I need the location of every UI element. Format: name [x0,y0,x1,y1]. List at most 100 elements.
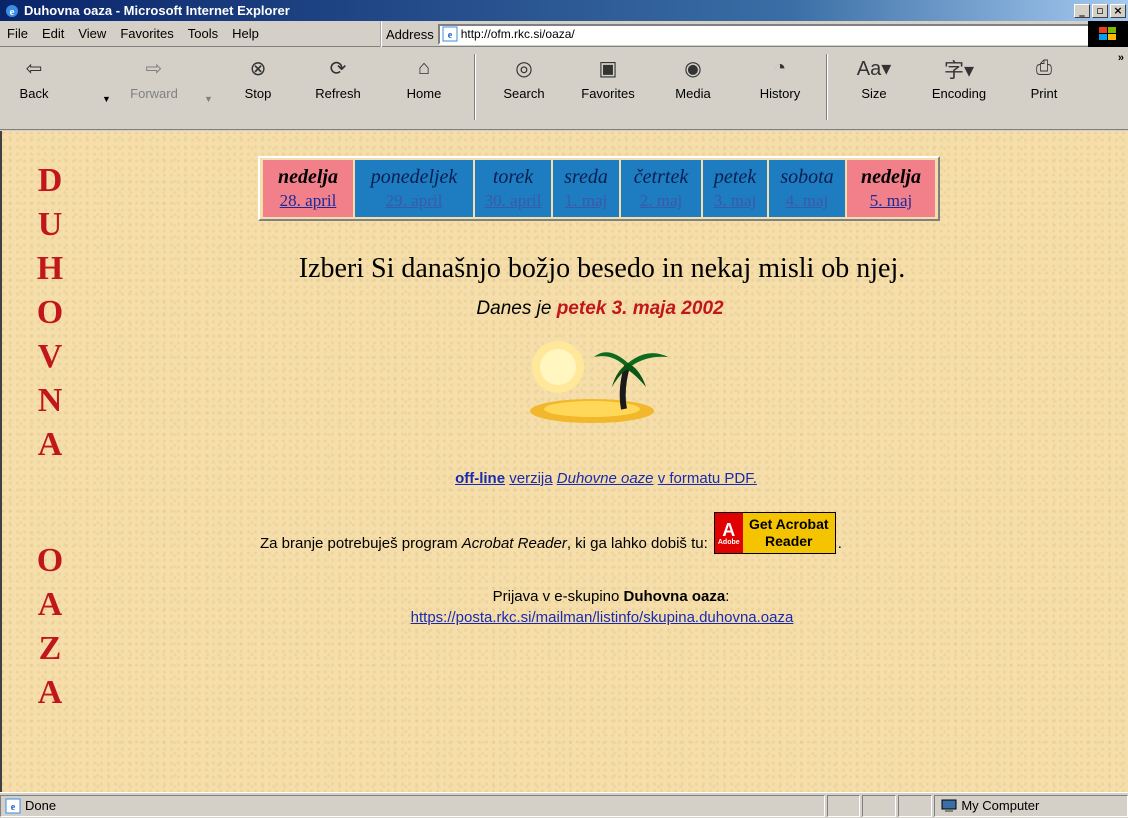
pdf-link-text2[interactable]: v formatu PDF. [658,470,757,487]
days-table: nedelja 28. april ponedeljek 29. april t… [258,156,940,221]
acrobat-line: Za branje potrebuješ program Acrobat Rea… [260,512,842,554]
page-icon: e [442,26,458,42]
day-link[interactable]: 28. april [280,191,337,211]
day-cell-sunday[interactable]: nedelja 28. april [263,160,353,217]
page-content: D U H O V N A O A Z A nedelja 28. april … [0,131,1128,792]
menu-bar: File Edit View Favorites Tools Help Addr… [0,21,1128,47]
toolbar-overflow-icon[interactable]: » [1118,52,1124,64]
title-letter: Z [38,630,62,667]
back-arrow-icon: ⇦ [25,57,43,80]
day-cell-tuesday[interactable]: torek 30. april [475,160,551,217]
title-letter: V [37,338,63,375]
day-link[interactable]: 2. maj [640,191,683,211]
computer-icon [941,799,957,812]
forward-arrow-icon: ⇨ [145,57,163,80]
day-name: ponedeljek [370,166,458,188]
restore-button[interactable]: ▫ [1092,3,1108,18]
adobe-logo-icon: A Adobe [714,513,743,553]
menu-file[interactable]: File [0,26,35,41]
menu-view[interactable]: View [71,26,113,41]
day-link[interactable]: 30. april [485,191,542,211]
day-link[interactable]: 4. maj [786,191,829,211]
vertical-title: D U H O V N A O A Z A [30,159,70,715]
day-link[interactable]: 5. maj [870,191,913,211]
address-url[interactable]: http://ofm.rkc.si/oaza/ [461,27,1113,41]
status-cell [898,794,933,817]
day-cell-friday[interactable]: petek 3. maj [703,160,767,217]
day-cell-next-sunday[interactable]: nedelja 5. maj [847,160,935,217]
mailing-list-link[interactable]: https://posta.rkc.si/mailman/listinfo/sk… [2,609,1128,626]
acrobat-prefix: Za branje potrebuješ program [260,535,458,552]
title-letter: O [36,542,64,579]
encoding-label: Encoding [931,86,987,101]
pdf-link-bold[interactable]: off-line [455,470,505,487]
forward-dropdown-icon[interactable]: ▼ [204,94,213,104]
day-name: nedelja [278,166,338,188]
title-letter: D [37,162,63,199]
history-button[interactable]: ◔ History [752,52,808,124]
forward-button[interactable]: ⇨ Forward [128,52,180,124]
encoding-button[interactable]: 字▾ Encoding [926,52,992,124]
ie-logo-icon: e [6,4,18,18]
join-line: Prijava v e-skupino Duhovna oaza: [2,588,1128,605]
day-link[interactable]: 29. april [386,191,443,211]
status-zone-text: My Computer [961,798,1040,813]
svg-text:e: e [447,30,452,41]
media-icon: ◉ [684,57,702,80]
day-name: sreda [564,166,608,188]
day-link[interactable]: 1. maj [565,191,608,211]
home-label: Home [406,86,442,101]
size-label: Size [861,86,887,101]
day-name: četrtek [633,166,689,188]
title-bar: e Duhovna oaza - Microsoft Internet Expl… [0,0,1128,21]
favorites-label: Favorites [581,86,635,101]
close-button[interactable]: × [1110,3,1126,18]
day-link[interactable]: 3. maj [714,191,757,211]
refresh-button[interactable]: ⟳ Refresh [308,52,368,124]
join-name: Duhovna oaza [623,588,726,605]
day-cell-thursday[interactable]: četrtek 2. maj [621,160,701,217]
day-cell-wednesday[interactable]: sreda 1. maj [553,160,619,217]
menu-favorites[interactable]: Favorites [113,26,180,41]
day-cell-saturday[interactable]: sobota 4. maj [769,160,845,217]
menu-help[interactable]: Help [225,26,266,41]
day-name: torek [492,166,534,188]
minimize-button[interactable]: _ [1074,3,1090,18]
stop-label: Stop [244,86,272,101]
title-letter: U [37,206,63,243]
pdf-link-italic[interactable]: Duhovne oaze [557,470,654,487]
search-button[interactable]: ◎ Search [496,52,552,124]
history-icon: ◔ [773,56,787,79]
favorites-button[interactable]: ▣ Favorites [574,52,642,124]
home-button[interactable]: ⌂ Home [404,52,444,124]
back-label: Back [19,86,49,101]
address-input[interactable]: e http://ofm.rkc.si/oaza/ ▼ [437,23,1128,45]
print-button[interactable]: ⎙ Print [1024,52,1064,124]
address-bar: Address e http://ofm.rkc.si/oaza/ ▼ [380,21,1128,47]
status-main: e Done [0,794,825,817]
pdf-link[interactable]: off-line verzija Duhovne oaze v formatu … [2,470,1128,487]
back-button[interactable]: ⇦ Back [14,52,54,124]
stop-icon: ⊗ [249,57,267,80]
forward-label: Forward [130,86,178,101]
title-letter: N [37,382,63,419]
back-dropdown-icon[interactable]: ▼ [102,94,111,104]
title-letter: A [37,426,63,463]
day-name: nedelja [861,166,921,188]
join-suffix: : [725,588,730,605]
media-button[interactable]: ◉ Media [668,52,718,124]
get-acrobat-button[interactable]: A Adobe Get Acrobat Reader [713,512,836,554]
menu-edit[interactable]: Edit [35,26,71,41]
status-bar: e Done My Computer [0,792,1128,818]
toolbar-separator [826,54,828,120]
day-cell-monday[interactable]: ponedeljek 29. april [355,160,473,217]
pdf-link-text[interactable]: verzija [509,470,552,487]
stop-button[interactable]: ⊗ Stop [238,52,278,124]
windows-logo-icon [1088,21,1128,47]
address-label: Address [386,26,434,42]
acrobat-suffix: , ki ga lahko dobiš tu: [566,535,708,552]
day-name: sobota [780,166,834,188]
status-zone: My Computer [934,794,1128,817]
size-button[interactable]: Aa▾ Size [852,52,896,124]
menu-tools[interactable]: Tools [181,26,225,41]
